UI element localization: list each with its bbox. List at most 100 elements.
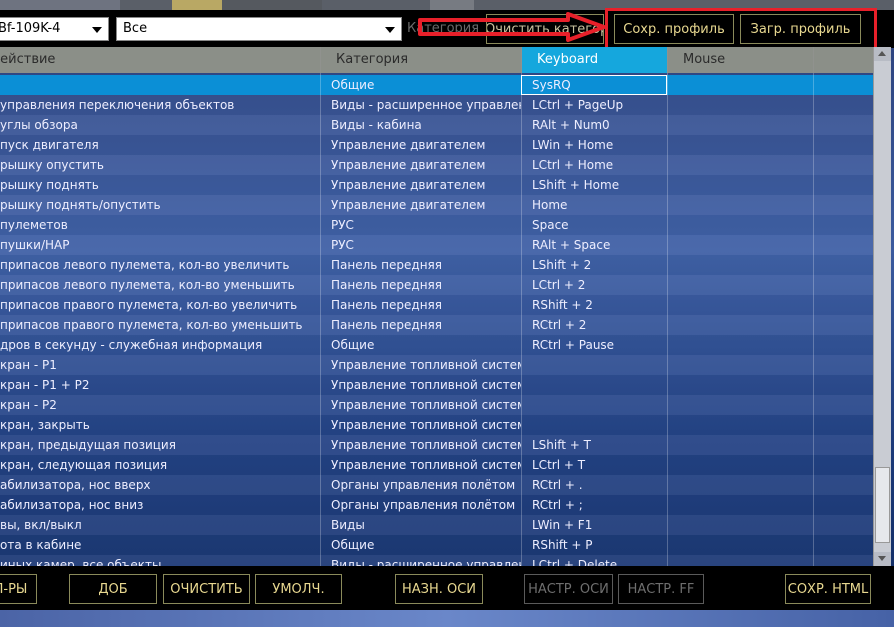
- table-row[interactable]: пулеметов РУС Space: [0, 215, 873, 235]
- action-cell: пулеметов: [0, 218, 68, 232]
- keyboard-cell: LWin + F1: [532, 518, 593, 532]
- aircraft-select-value: Bf-109K-4: [0, 21, 61, 36]
- category-cell: Панель передняя: [331, 278, 442, 292]
- table-row[interactable]: абилизатора, нос вниз Органы управления п…: [0, 495, 873, 515]
- keyboard-cell: RCtrl + ;: [532, 498, 583, 512]
- params-button[interactable]: П-РЫ: [0, 574, 37, 604]
- table-row[interactable]: кран, закрыть Управление топливной систем…: [0, 415, 873, 435]
- table-row[interactable]: пуск двигателя Управление двигателем LWin …: [0, 135, 873, 155]
- mouse-cell: [668, 155, 814, 175]
- keyboard-cell: RCtrl + Pause: [532, 338, 615, 352]
- ff-settings-label: НАСТР. FF: [627, 581, 695, 597]
- table-row[interactable]: пушки/НАР РУС RAlt + Space: [0, 235, 873, 255]
- column-divider: [813, 47, 814, 567]
- mouse-cell: [668, 175, 814, 195]
- category-cell: Управление двигателем: [331, 178, 486, 192]
- table-row[interactable]: кран, следующая позиция Управление топлив…: [0, 455, 873, 475]
- action-cell: рышку поднять/опустить: [0, 198, 161, 212]
- table-row[interactable]: углы обзора Виды - кабина RAlt + Num0: [0, 115, 873, 135]
- action-cell: припасов левого пулемета, кол-во уменьши…: [0, 278, 295, 292]
- category-cell: Общие: [331, 78, 375, 92]
- axis-settings-button[interactable]: НАСТР. ОСИ: [524, 574, 613, 604]
- column-header-label: Mouse: [683, 52, 726, 67]
- table-row[interactable]: припасов левого пулемета, кол-во уменьши…: [0, 275, 873, 295]
- table-row[interactable]: припасов правого пулемета, кол-во увелич…: [0, 295, 873, 315]
- scroll-up-button[interactable]: [874, 47, 891, 61]
- column-header-extra: [814, 47, 873, 73]
- column-header-action[interactable]: Действие: [0, 47, 321, 73]
- column-header-category[interactable]: Категория: [321, 47, 522, 73]
- action-cell: [0, 75, 320, 95]
- action-cell: рышку опустить: [0, 158, 104, 172]
- axis-settings-label: НАСТР. ОСИ: [528, 581, 609, 597]
- table-row[interactable]: кран - P1 Управление топливной системой: [0, 355, 873, 375]
- keyboard-cell: RShift + 2: [532, 298, 593, 312]
- action-cell: припасов левого пулемета, кол-во увеличи…: [0, 258, 290, 272]
- column-header-keyboard[interactable]: Keyboard: [522, 47, 668, 73]
- category-cell: Управление топливной системой: [331, 398, 521, 412]
- scroll-down-button[interactable]: [874, 552, 891, 566]
- table-row[interactable]: Общие SysRQ: [0, 75, 873, 95]
- table-row[interactable]: кран - P2 Управление топливной системой: [0, 395, 873, 415]
- action-cell: рышку поднять: [0, 178, 99, 192]
- clear-button[interactable]: ОЧИСТИТЬ: [163, 574, 250, 604]
- table-row[interactable]: рышку поднять Управление двигателем LShift…: [0, 175, 873, 195]
- category-cell: Управление двигателем: [331, 138, 486, 152]
- keyboard-cell: RShift + P: [532, 538, 593, 552]
- mouse-cell: [668, 275, 814, 295]
- table-row[interactable]: управления переключения объектов Виды - р…: [0, 95, 873, 115]
- table-row[interactable]: кран - P1 + P2 Управление топливной систе…: [0, 375, 873, 395]
- column-header-mouse[interactable]: Mouse: [668, 47, 814, 73]
- category-cell: Управление топливной системой: [331, 378, 521, 392]
- category-cell: Панель передняя: [331, 298, 442, 312]
- category-cell: Управление топливной системой: [331, 458, 521, 472]
- action-cell: кран - P1 + P2: [0, 378, 90, 392]
- table-row[interactable]: припасов правого пулемета, кол-во уменьш…: [0, 315, 873, 335]
- ff-settings-button[interactable]: НАСТР. FF: [618, 574, 704, 604]
- bottom-toolbar: П-РЫ ДОБ ОЧИСТИТЬ УМОЛЧ. НАЗН. ОСИ НАСТР…: [0, 566, 894, 610]
- mouse-cell: [668, 535, 814, 555]
- keyboard-cell: LShift + Home: [532, 178, 620, 192]
- table-row[interactable]: вы, вкл/выкл Виды LWin + F1: [0, 515, 873, 535]
- action-cell: кран, закрыть: [0, 418, 90, 432]
- chevron-down-icon: [92, 27, 102, 33]
- mouse-cell: [668, 355, 814, 375]
- default-button[interactable]: УМОЛЧ.: [255, 574, 342, 604]
- aircraft-select[interactable]: Bf-109K-4: [0, 17, 109, 41]
- table-row[interactable]: ота в кабине Общие RShift + P: [0, 535, 873, 555]
- add-label: ДОБ: [98, 581, 128, 597]
- keyboard-cell: RAlt + Space: [532, 238, 611, 252]
- bindings-table: Действие Категория Keyboard Mouse ОбщиеS…: [0, 47, 873, 567]
- mouse-cell: [668, 495, 814, 515]
- table-row[interactable]: кран, предыдущая позиция Управление топли…: [0, 435, 873, 455]
- table-row[interactable]: дров в секунду - служебная информация Общ…: [0, 335, 873, 355]
- action-cell: пуск двигателя: [0, 138, 99, 152]
- table-row[interactable]: абилизатора, нос вверх Органы управления …: [0, 475, 873, 495]
- mouse-cell: [668, 255, 814, 275]
- keyboard-cell: LCtrl + 2: [532, 278, 586, 292]
- action-cell: кран, предыдущая позиция: [0, 438, 176, 452]
- category-cell: Управление топливной системой: [331, 358, 521, 372]
- action-cell: дров в секунду - служебная информация: [0, 338, 263, 352]
- scroll-thumb[interactable]: [875, 467, 890, 543]
- action-cell: вы, вкл/выкл: [0, 518, 82, 532]
- mouse-cell: [668, 195, 814, 215]
- mouse-cell: [668, 315, 814, 335]
- category-cell: Управление топливной системой: [331, 438, 521, 452]
- keyboard-cell: LCtrl + PageUp: [532, 98, 624, 112]
- vertical-scrollbar[interactable]: [873, 47, 891, 566]
- assign-axis-button[interactable]: НАЗН. ОСИ: [395, 574, 483, 604]
- table-row[interactable]: припасов левого пулемета, кол-во увеличи…: [0, 255, 873, 275]
- params-label: П-РЫ: [0, 581, 28, 597]
- table-row[interactable]: рышку поднять/опустить Управление двигате…: [0, 195, 873, 215]
- action-cell: кран, следующая позиция: [0, 458, 168, 472]
- filter-select[interactable]: Все: [116, 17, 402, 41]
- column-header-label: Действие: [0, 52, 56, 67]
- mouse-cell: [668, 215, 814, 235]
- table-row[interactable]: рышку опустить Управление двигателем LCtrl…: [0, 155, 873, 175]
- keyboard-cell: RAlt + Num0: [532, 118, 610, 132]
- arrow-down-icon: [878, 556, 886, 561]
- add-button[interactable]: ДОБ: [69, 574, 157, 604]
- mouse-cell: [668, 235, 814, 255]
- save-html-button[interactable]: СОХР. HTML: [785, 574, 871, 604]
